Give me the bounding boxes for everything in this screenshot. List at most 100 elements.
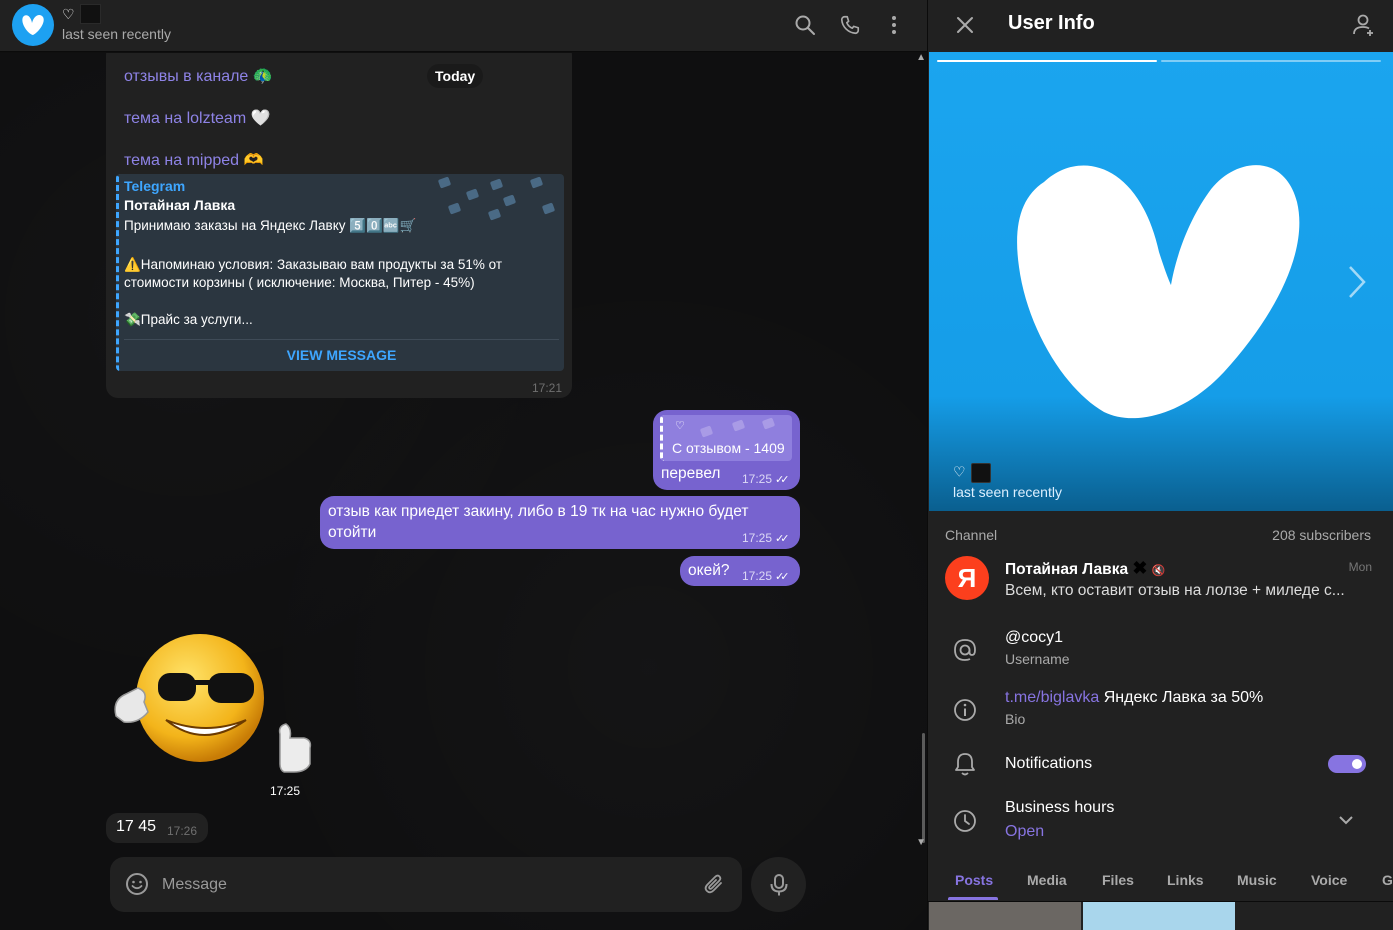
muted-icon: 🔇 [1151,565,1166,577]
search-icon [795,15,815,35]
active-tab-indicator [948,897,998,900]
user-info-header: User Info [928,0,1393,52]
outgoing-message: ♡ С отзывом - 1409 перевел 17:25 ✓✓ [653,410,800,490]
scrollbar-thumb[interactable] [922,733,925,843]
message-input[interactable] [162,872,682,898]
message-time: 17:26 [167,824,198,838]
notifications-toggle[interactable] [1328,755,1366,773]
profile-photo[interactable]: ♡ last seen recently [929,52,1393,511]
channel-name: Потайная Лавка ✖ 🔇 [1005,558,1166,578]
username-label: Username [1005,651,1070,667]
channel-date: Mon [1348,560,1372,574]
bio-text: t.me/biglavka Яндекс Лавка за 50% [1005,689,1264,706]
tab-links[interactable]: Links [1167,872,1204,888]
preview-line: 💸Прайс за услуги... [124,312,253,327]
chat-avatar[interactable] [12,4,54,46]
deco-cake-icon [761,417,776,430]
heart-logo-icon [22,15,44,35]
deco-cake-icon [529,176,544,189]
deco-cake-icon [447,202,462,215]
deco-cake-icon [487,208,502,221]
smile-icon [126,873,148,895]
reply-text: С отзывом - 1409 [672,440,785,456]
paperclip-icon [704,874,722,894]
incoming-message: 17 45 17:26 [106,813,208,843]
read-checks-icon: ✓✓ [775,571,790,583]
message-time: 17:25 [742,472,773,486]
bell-icon [950,749,980,779]
post-thumbnail[interactable] [929,902,1081,930]
tab-music[interactable]: Music [1237,872,1277,888]
bio-label: Bio [1005,711,1026,727]
photo-progress [1161,60,1381,62]
phone-icon [840,15,860,35]
next-photo-button[interactable] [1345,262,1369,302]
attach-button[interactable] [702,872,726,896]
outgoing-message: окей? 17:25 ✓✓ [680,556,800,586]
subscribers-count: 208 subscribers [1272,527,1371,543]
header-heart-icon: ♡ [62,6,75,22]
chevron-down-icon [1338,812,1354,830]
view-message-button[interactable]: VIEW MESSAGE [119,347,564,363]
heart-logo-icon [1017,165,1300,419]
more-button[interactable] [881,12,907,38]
message-composer [110,857,742,912]
message-text: 17 45 [116,818,157,835]
emoji: 🦚 [252,68,273,85]
bio-row: t.me/biglavka Яндекс Лавка за 50% Bio [928,682,1393,738]
sunglasses-emoji-sticker[interactable] [108,628,318,778]
emoji-button[interactable] [125,872,149,896]
username-row[interactable]: @cocy1 Username [928,622,1393,678]
emoji-status-icon: ✖ [1132,558,1148,578]
tab-files[interactable]: Files [1102,872,1134,888]
more-vertical-icon [892,16,896,34]
deco-cake-icon [502,194,517,207]
link-reviews-channel[interactable]: отзывы в канале 🦚 [124,66,273,86]
chevron-right-icon [1349,266,1366,298]
emoji: 🫶 [243,152,264,169]
emoji: 🤍 [250,110,271,127]
preview-divider [124,339,559,340]
tab-media[interactable]: Media [1027,872,1067,888]
search-button[interactable] [792,12,818,38]
tab-posts[interactable]: Posts [955,872,993,888]
tab-voice[interactable]: Voice [1311,872,1347,888]
chat-area[interactable]: ▲ ▼ отзывы в канале 🦚 Today тема на lolz… [0,53,927,930]
date-pill: Today [427,64,484,88]
info-icon [950,695,980,725]
link-lolzteam[interactable]: тема на lolzteam 🤍 [124,108,271,128]
voice-record-button[interactable] [751,857,806,912]
notifications-row[interactable]: Notifications [928,742,1393,786]
call-button[interactable] [837,12,863,38]
deco-cake-icon [699,425,714,438]
channel-last-post: Всем, кто оставит отзыв на лолзе + милед… [1005,582,1345,599]
reply-quote[interactable]: ♡ С отзывом - 1409 [660,415,792,461]
preview-line: стоимости корзины ( исключение: Москва, … [124,275,475,290]
personal-channel[interactable]: Я Потайная Лавка ✖ 🔇 Mon Всем, кто остав… [928,550,1393,606]
header-emoji-status [80,4,101,24]
add-contact-button[interactable] [1350,12,1376,38]
link-preview[interactable]: Telegram Потайная Лавка Принимаю заказы … [116,174,564,371]
business-hours-row[interactable]: Business hours Open [928,794,1393,850]
at-icon [950,635,980,665]
toggle-knob [1350,757,1364,771]
profile-name: ♡ [953,463,992,483]
deco-cake-icon [489,178,504,191]
heart-icon: ♡ [953,463,966,480]
business-hours-label: Business hours [1005,799,1115,816]
microphone-icon [770,873,787,895]
read-checks-icon: ✓✓ [775,474,790,486]
link-mipped[interactable]: тема на mipped 🫶 [124,150,263,170]
bio-link[interactable]: t.me/biglavka [1005,689,1099,706]
scroll-down-arrow[interactable]: ▼ [916,837,926,848]
message-text: отзыв как приедет закину, либо в 19 тк н… [328,503,749,541]
scroll-up-arrow[interactable]: ▲ [916,53,926,63]
username-value: @cocy1 [1005,629,1064,646]
close-button[interactable] [954,14,976,36]
message-time: 17:25 [742,569,773,583]
post-thumbnail[interactable] [1083,902,1235,930]
add-user-icon [1353,14,1373,36]
channel-avatar: Я [945,556,989,600]
outgoing-message: отзыв как приедет закину, либо в 19 тк н… [320,496,800,549]
tab-gifs[interactable]: G [1382,872,1393,888]
